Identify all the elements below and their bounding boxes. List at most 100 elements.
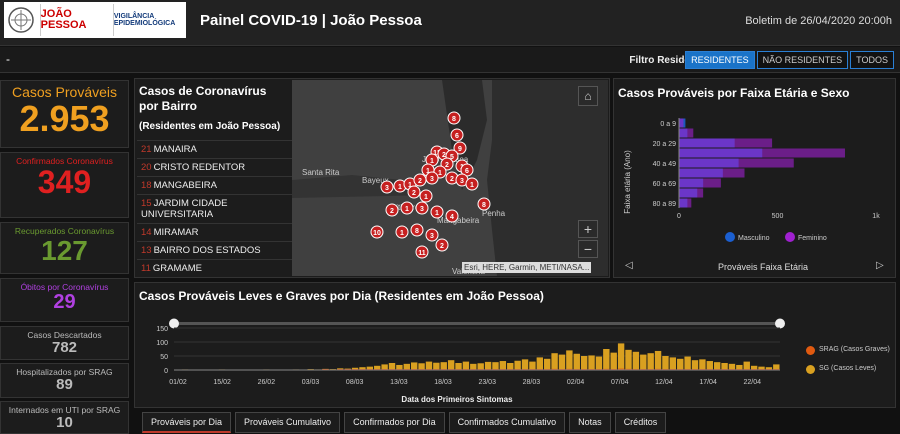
daily-bar-sg[interactable]: [595, 356, 603, 370]
daily-bar-sg[interactable]: [418, 363, 425, 370]
age-legend-1[interactable]: Feminino: [798, 235, 827, 242]
age-footer-left-arrow[interactable]: ◁: [625, 260, 633, 271]
age-bar-feminino[interactable]: [678, 178, 721, 188]
age-bar-feminino[interactable]: [678, 168, 745, 178]
daily-bar-sg[interactable]: [440, 362, 447, 370]
daily-bar-sg[interactable]: [662, 356, 669, 370]
tab-1[interactable]: Prováveis Cumulativo: [235, 412, 341, 433]
daily-bar-sg[interactable]: [514, 360, 521, 370]
daily-bar-sg[interactable]: [551, 353, 558, 370]
daily-bar-sg[interactable]: [410, 362, 418, 370]
daily-bar-sg[interactable]: [447, 360, 455, 370]
map-marker[interactable]: 4: [445, 209, 459, 223]
daily-bar-sg[interactable]: [617, 343, 625, 370]
age-bar-feminino[interactable]: [678, 128, 694, 138]
daily-bar-sg[interactable]: [462, 361, 470, 370]
tab-0[interactable]: Prováveis por Dia: [142, 412, 232, 433]
tab-4[interactable]: Notas: [569, 412, 611, 433]
daily-bar-sg[interactable]: [580, 356, 588, 370]
bairro-item[interactable]: 14 MIRAMAR: [137, 223, 297, 241]
daily-bar-sg[interactable]: [632, 351, 640, 370]
map-marker[interactable]: 3: [415, 201, 429, 215]
daily-bar-sg[interactable]: [558, 354, 566, 370]
daily-bar-sg[interactable]: [706, 361, 713, 370]
bairro-item[interactable]: 15 JARDIM CIDADE UNIVERSITARIA: [137, 194, 297, 223]
daily-bar-sg[interactable]: [713, 362, 721, 370]
age-bar-feminino[interactable]: [678, 188, 704, 198]
map-marker[interactable]: 11: [415, 245, 429, 259]
map-marker[interactable]: 1: [395, 225, 409, 239]
map-marker[interactable]: 2: [413, 173, 427, 187]
map-marker[interactable]: 6: [450, 128, 464, 142]
map-marker[interactable]: 10: [370, 225, 384, 239]
bairro-item[interactable]: 18 MANGABEIRA: [137, 176, 297, 194]
daily-bar-sg[interactable]: [425, 361, 433, 370]
daily-bar-sg[interactable]: [484, 361, 492, 370]
daily-bar-sg[interactable]: [529, 361, 536, 370]
daily-bar-sg[interactable]: [677, 358, 684, 370]
bairro-item[interactable]: 11 GRAMAME: [137, 259, 297, 276]
map-marker[interactable]: 2: [407, 185, 421, 199]
map-marker[interactable]: 8: [477, 197, 491, 211]
map-marker[interactable]: 3: [380, 180, 394, 194]
map-marker[interactable]: 8: [447, 111, 461, 125]
daily-bar-sg[interactable]: [573, 353, 580, 370]
bairro-list[interactable]: 21 MANAIRA 20 CRISTO REDENTOR 18 MANGABEIRA 15…: [137, 140, 297, 276]
age-bar-feminino[interactable]: [678, 118, 684, 128]
daily-bar-sg[interactable]: [610, 352, 617, 370]
map-marker[interactable]: 1: [419, 189, 433, 203]
map-marker[interactable]: 8: [410, 223, 424, 237]
map-marker[interactable]: 1: [400, 201, 414, 215]
age-bar-feminino[interactable]: [678, 148, 845, 158]
filter-option-2[interactable]: TODOS: [850, 51, 894, 69]
range-slider[interactable]: [174, 322, 780, 325]
daily-bar-sg[interactable]: [647, 353, 654, 370]
daily-legend-item[interactable]: SRAG (Casos Graves): [806, 346, 892, 355]
daily-bar-sg[interactable]: [588, 355, 595, 370]
map-marker[interactable]: 3: [425, 228, 439, 242]
filter-option-1[interactable]: NÃO RESIDENTES: [756, 51, 849, 69]
map-marker[interactable]: 3: [425, 171, 439, 185]
map-marker[interactable]: 2: [435, 238, 449, 252]
home-button[interactable]: ⌂: [578, 86, 598, 106]
daily-legend-item[interactable]: SG (Casos Leves): [806, 365, 892, 374]
map-marker[interactable]: 1: [465, 177, 479, 191]
slider-handle-right[interactable]: [775, 318, 785, 329]
bairro-item[interactable]: 13 BAIRRO DOS ESTADOS: [137, 241, 297, 259]
daily-bar-sg[interactable]: [625, 349, 632, 370]
daily-bar-sg[interactable]: [499, 361, 507, 370]
daily-bar-sg[interactable]: [721, 363, 728, 370]
daily-bar-sg[interactable]: [684, 356, 691, 370]
age-legend-0[interactable]: Masculino: [738, 235, 770, 242]
daily-bar-sg[interactable]: [654, 350, 662, 370]
daily-bar-sg[interactable]: [640, 354, 647, 370]
daily-bar-sg[interactable]: [507, 363, 514, 370]
daily-bar-sg[interactable]: [544, 358, 551, 370]
daily-bar-sg[interactable]: [566, 350, 573, 370]
slider-handle-left[interactable]: [169, 318, 179, 329]
bairro-item[interactable]: 20 CRISTO REDENTOR: [137, 158, 297, 176]
tab-2[interactable]: Confirmados por Dia: [344, 412, 445, 433]
daily-bar-sg[interactable]: [536, 357, 544, 370]
filter-option-0[interactable]: RESIDENTES: [685, 51, 755, 69]
age-bar-feminino[interactable]: [678, 138, 773, 148]
zoom-out-button[interactable]: −: [578, 240, 598, 258]
daily-bar-sg[interactable]: [603, 349, 610, 370]
daily-bar-sg[interactable]: [433, 362, 440, 370]
zoom-in-button[interactable]: +: [578, 220, 598, 238]
tab-3[interactable]: Confirmados Cumulativo: [448, 412, 566, 433]
age-bar-feminino[interactable]: [678, 198, 692, 208]
daily-bar-sg[interactable]: [521, 359, 529, 370]
daily-bar-sg[interactable]: [455, 363, 462, 370]
daily-bar-sg[interactable]: [743, 361, 750, 370]
daily-bar-sg[interactable]: [492, 362, 499, 370]
map-marker[interactable]: 1: [430, 205, 444, 219]
daily-bar-sg[interactable]: [691, 360, 699, 370]
map-marker[interactable]: 2: [385, 203, 399, 217]
daily-bar-sg[interactable]: [388, 363, 396, 370]
daily-bar-sg[interactable]: [669, 357, 677, 370]
age-footer-right-arrow[interactable]: ▷: [876, 260, 884, 271]
map-view[interactable]: Santa RitaBayeuxJoão PessoaOitizeiroMang…: [292, 80, 608, 276]
bairro-item[interactable]: 21 MANAIRA: [137, 140, 297, 158]
tab-5[interactable]: Créditos: [614, 412, 667, 433]
